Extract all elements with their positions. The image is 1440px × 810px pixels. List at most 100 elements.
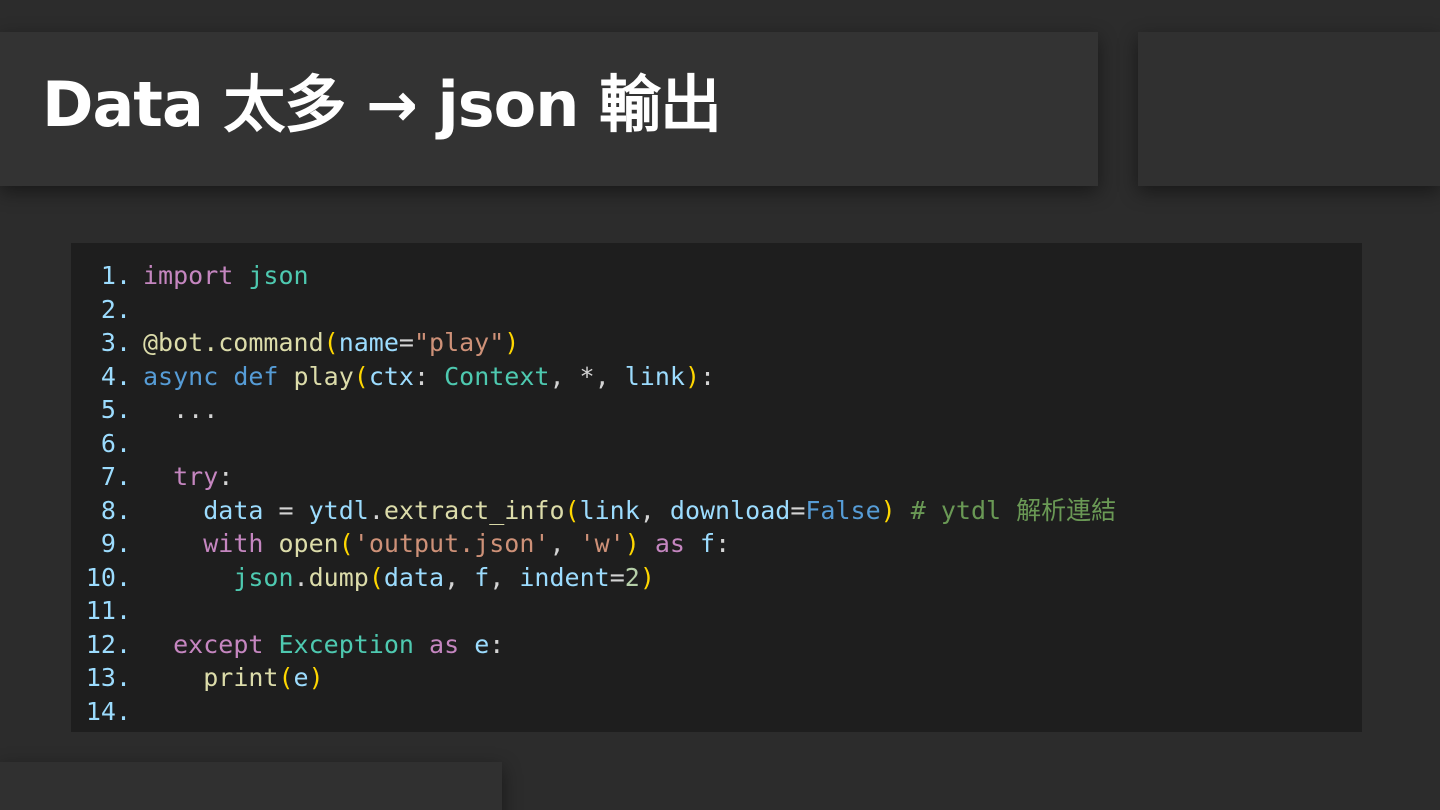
code-token: )	[308, 663, 324, 692]
code-token: data	[383, 562, 445, 592]
code-token: as	[654, 529, 685, 558]
code-line: 2.	[71, 293, 1362, 327]
code-token: (	[368, 562, 384, 592]
code-token: dump	[308, 562, 369, 592]
code-token: ,	[489, 562, 520, 592]
line-number: 1.	[100, 261, 131, 290]
code-line: 7. try:	[71, 460, 1362, 494]
code-token: "play"	[413, 328, 505, 357]
code-line: 3. @bot.command(name="play")	[71, 326, 1362, 360]
code-token: =	[790, 495, 806, 525]
code-block: 1. import json 2. 3. @bot.command(name="play…	[71, 243, 1362, 732]
code-token: 'w'	[579, 529, 625, 558]
code-token: e	[474, 629, 490, 659]
code-line: 11.	[71, 594, 1362, 628]
code-line: 13. print(e)	[71, 661, 1362, 695]
code-token: with	[203, 529, 264, 558]
code-token: json	[233, 562, 294, 592]
code-token: :	[413, 361, 445, 391]
code-token: )	[639, 562, 655, 592]
code-token: json	[248, 261, 309, 290]
line-number: 5.	[100, 395, 131, 424]
code-line: 10. json.dump(data, f, indent=2)	[71, 561, 1362, 595]
code-token: Context	[444, 361, 550, 391]
slide-title: Data 太多 → json 輸出	[42, 68, 722, 141]
code-token: import	[143, 261, 234, 290]
decorative-panel-bottom	[0, 762, 502, 810]
code-token: open	[278, 529, 339, 558]
line-number: 12.	[85, 629, 131, 659]
line-number: 2.	[100, 294, 131, 324]
code-token: link	[579, 495, 640, 525]
code-token: :	[218, 462, 234, 491]
code-token: (	[338, 529, 354, 558]
code-line: 8. data = ytdl.extract_info(link, downlo…	[71, 494, 1362, 528]
code-token: (	[564, 495, 580, 525]
code-token: ,	[549, 529, 580, 558]
code-token: .	[293, 562, 309, 592]
code-token: name	[338, 328, 399, 357]
code-token: ...	[143, 395, 219, 424]
code-token: 'output.json'	[353, 529, 550, 558]
code-token: )	[684, 361, 700, 391]
line-number: 9.	[100, 529, 131, 558]
line-number: 10.	[85, 562, 131, 592]
code-token: =	[263, 495, 309, 525]
code-line: 1. import json	[71, 259, 1362, 293]
code-token: f	[700, 529, 716, 558]
line-number: 14.	[85, 696, 131, 726]
code-text: print(e)	[143, 661, 324, 695]
code-token: , *,	[549, 361, 625, 391]
code-token: :	[700, 361, 716, 391]
code-token: Exception	[278, 629, 414, 659]
code-token: async	[143, 361, 219, 391]
code-token: ytdl	[308, 495, 369, 525]
line-number: 7.	[100, 462, 131, 491]
code-token: extract_info	[383, 495, 565, 525]
code-token: data	[203, 495, 264, 525]
code-token: (	[278, 663, 294, 692]
code-token: play	[293, 361, 354, 391]
code-token: ,	[444, 562, 475, 592]
line-number: 3.	[100, 328, 131, 357]
code-text: except Exception as e:	[143, 628, 504, 662]
code-line: 12. except Exception as e:	[71, 628, 1362, 662]
code-text: try:	[143, 460, 233, 494]
code-line: 4. async def play(ctx: Context, *, link):	[71, 360, 1362, 394]
code-token: def	[233, 361, 279, 391]
code-text: json.dump(data, f, indent=2)	[143, 561, 655, 595]
code-token: :	[489, 629, 505, 659]
code-token: e	[293, 663, 309, 692]
code-token: except	[173, 629, 264, 659]
code-text: @bot.command(name="play")	[143, 326, 519, 360]
code-token: download	[669, 495, 791, 525]
code-line: 6.	[71, 427, 1362, 461]
line-number: 6.	[100, 428, 131, 458]
line-number: 4.	[100, 361, 131, 391]
line-number: 8.	[100, 495, 131, 525]
code-token: ,	[639, 495, 670, 525]
code-token: @bot.command	[143, 328, 324, 357]
code-token: :	[715, 529, 731, 558]
code-text: ...	[143, 393, 218, 427]
code-token: ctx	[368, 361, 414, 391]
code-token: # ytdl 解析連結	[910, 495, 1117, 525]
code-token: print	[203, 663, 279, 692]
code-token: )	[504, 328, 520, 357]
code-token: indent	[519, 562, 610, 592]
